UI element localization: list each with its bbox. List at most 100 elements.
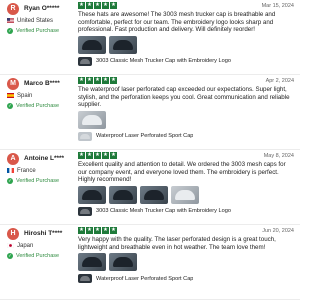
product-thumbnail[interactable] [78,274,92,284]
star-icon: ★ [78,77,85,84]
avatar: H [7,227,19,240]
product-link[interactable]: Waterproof Laser Perforated Sport Cap [78,273,294,284]
reviewer-info: A Antoine L**** France ✓ Verified Purcha… [7,152,71,185]
flag-icon [7,18,14,23]
cap-image [82,39,102,50]
review-photos [78,253,294,272]
star-icon: ★ [78,152,85,159]
review-photo[interactable] [78,35,106,54]
cap-image [175,189,195,200]
review-text: Very happy with the quality. The laser p… [78,236,276,251]
reviewer-name: Ryan O***** [24,5,60,12]
review-body: ★ ★ ★ ★ ★ Jun 20, 2024 Very happy with the q… [78,226,294,284]
star-icon: ★ [86,77,93,84]
check-icon: ✓ [7,252,13,259]
reviewer-country: France [17,167,36,174]
cap-image [82,257,102,268]
reviewer-country: Spain [17,92,33,99]
review-photo[interactable] [171,185,199,204]
product-link[interactable]: Waterproof Laser Perforated Sport Cap [78,131,294,142]
product-thumbnail[interactable] [78,131,92,141]
cap-image [82,114,102,125]
star-icon: ★ [110,227,117,234]
reviewer-info: H Hiroshi T**** Japan ✓ Verified Purchas… [7,227,71,260]
check-icon: ✓ [7,27,13,34]
product-name[interactable]: 3003 Classic Mesh Trucker Cap with Embro… [96,208,231,214]
cap-image [82,189,102,200]
verified-purchase-label: Verified Purchase [16,177,60,184]
star-rating: ★ ★ ★ ★ ★ [78,2,118,9]
review-text: These hats are awesome! The 3003 mesh tr… [78,11,276,34]
avatar: R [7,2,19,15]
review-date: Mar 15, 2024 [261,2,294,9]
star-rating: ★ ★ ★ ★ ★ [78,227,118,234]
review-photo[interactable] [140,185,168,204]
reviewer-info: M Marco B**** Spain ✓ Verified Purchase [7,77,71,110]
star-icon: ★ [94,2,101,9]
review-date: Jun 20, 2024 [262,227,294,234]
star-icon: ★ [110,2,117,9]
check-icon: ✓ [7,102,13,109]
review-photo[interactable] [78,110,106,129]
reviewer-name: Antoine L**** [24,155,65,162]
review-photos [78,110,294,129]
cap-image [144,189,164,200]
star-icon: ★ [102,227,109,234]
cap-image [113,189,133,200]
product-link[interactable]: 3003 Classic Mesh Trucker Cap with Embro… [78,206,294,217]
flag-icon [7,243,14,248]
product-link[interactable]: 3003 Classic Mesh Trucker Cap with Embro… [78,56,294,67]
reviewer-info: R Ryan O***** United States ✓ Verified P… [7,2,71,35]
product-thumbnail[interactable] [78,56,92,66]
star-icon: ★ [86,227,93,234]
verified-purchase-label: Verified Purchase [16,102,60,109]
star-icon: ★ [94,227,101,234]
verified-purchase-label: Verified Purchase [16,27,60,34]
product-name[interactable]: 3003 Classic Mesh Trucker Cap with Embro… [96,58,231,64]
star-icon: ★ [94,77,101,84]
star-icon: ★ [102,152,109,159]
avatar: A [7,152,19,165]
star-icon: ★ [102,2,109,9]
star-icon: ★ [94,152,101,159]
review-card: R Ryan O***** United States ✓ Verified P… [0,0,300,75]
review-date: Apr 2, 2024 [265,77,294,84]
review-card: H Hiroshi T**** Japan ✓ Verified Purchas… [0,225,300,300]
review-photo[interactable] [109,185,137,204]
review-photos [78,35,294,54]
star-icon: ★ [110,77,117,84]
review-body: ★ ★ ★ ★ ★ Apr 2, 2024 The waterproof laser p… [78,76,294,142]
review-photos [78,185,294,204]
review-body: ★ ★ ★ ★ ★ May 8, 2024 Excellent quality and … [78,151,294,217]
reviewer-name: Marco B**** [24,80,60,87]
star-rating: ★ ★ ★ ★ ★ [78,152,118,159]
flag-icon [7,168,14,173]
review-card: M Marco B**** Spain ✓ Verified Purchase … [0,75,300,150]
star-icon: ★ [78,227,85,234]
review-photo[interactable] [78,185,106,204]
star-icon: ★ [102,77,109,84]
product-name[interactable]: Waterproof Laser Perforated Sport Cap [96,133,193,139]
review-text: Excellent quality and attention to detai… [78,161,286,184]
star-icon: ★ [86,2,93,9]
verified-purchase-label: Verified Purchase [16,252,60,259]
star-rating: ★ ★ ★ ★ ★ [78,77,118,84]
review-card: A Antoine L**** France ✓ Verified Purcha… [0,150,300,225]
check-icon: ✓ [7,177,13,184]
review-photo[interactable] [78,253,106,272]
star-icon: ★ [86,152,93,159]
star-icon: ★ [78,2,85,9]
cap-image [113,257,133,268]
reviews-list: R Ryan O***** United States ✓ Verified P… [0,0,300,300]
star-icon: ★ [110,152,117,159]
product-thumbnail[interactable] [78,206,92,216]
reviewer-country: United States [17,17,54,24]
review-photo[interactable] [109,253,137,272]
avatar: M [7,77,19,90]
review-body: ★ ★ ★ ★ ★ Mar 15, 2024 These hats are awesom… [78,1,294,67]
review-date: May 8, 2024 [263,152,294,159]
review-photo[interactable] [109,35,137,54]
flag-icon [7,93,14,98]
product-name[interactable]: Waterproof Laser Perforated Sport Cap [96,276,193,282]
reviewer-country: Japan [17,242,34,249]
